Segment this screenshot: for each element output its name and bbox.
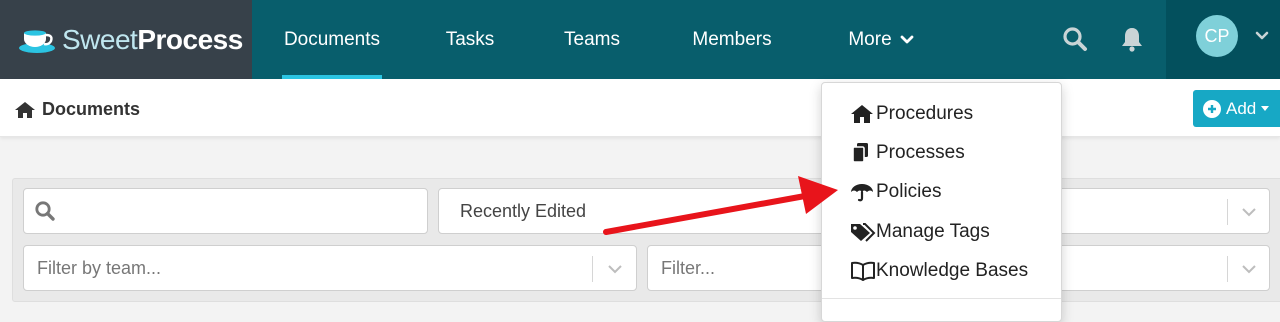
brand-logo[interactable]: SweetProcess <box>0 0 252 79</box>
umbrella-icon <box>850 181 876 203</box>
menu-item-processes[interactable]: Processes <box>850 139 965 167</box>
chevron-down-icon <box>900 35 914 43</box>
add-button-label: Add <box>1226 98 1257 118</box>
menu-item-manage-tags[interactable]: Manage Tags <box>850 218 990 246</box>
nav-documents-label: Documents <box>283 28 381 50</box>
brand-name-light: Sweet <box>62 23 138 55</box>
tags-icon <box>850 221 876 243</box>
nav-tasks[interactable]: Tasks <box>440 0 500 79</box>
caret-down-icon <box>1261 105 1270 111</box>
plus-circle-icon <box>1203 99 1221 118</box>
menu-item-knowledge-bases[interactable]: Knowledge Bases <box>850 257 1028 285</box>
select-separator <box>1227 199 1228 225</box>
menu-item-policies[interactable]: Policies <box>850 178 941 206</box>
notifications-button[interactable] <box>1117 24 1147 54</box>
bell-icon <box>1122 28 1142 52</box>
nav-more[interactable]: More <box>838 0 924 79</box>
copy-icon <box>850 142 876 164</box>
nav-documents[interactable]: Documents <box>282 0 382 79</box>
search-icon <box>35 201 55 221</box>
page-title: Documents <box>42 99 141 119</box>
add-button[interactable]: Add <box>1193 90 1280 127</box>
chevron-down-icon <box>1255 31 1269 40</box>
select-separator <box>592 256 593 282</box>
brand-name: SweetProcess <box>62 24 243 56</box>
tag-filter-placeholder: Filter... <box>661 257 716 278</box>
nav-more-label: More <box>848 28 892 50</box>
search-input[interactable] <box>23 188 428 234</box>
user-menu[interactable]: CP <box>1166 0 1280 79</box>
home-icon <box>850 103 876 125</box>
nav-members-label: Members <box>692 28 772 50</box>
teacup-logo-icon <box>19 29 55 53</box>
team-filter-select[interactable]: Filter by team... <box>23 245 637 291</box>
top-navbar: SweetProcess Documents Tasks Teams Membe… <box>0 0 1280 79</box>
menu-divider <box>822 298 1061 299</box>
avatar[interactable]: CP <box>1196 15 1238 57</box>
home-icon <box>15 101 35 118</box>
menu-item-procedures[interactable]: Procedures <box>850 100 973 128</box>
menu-item-label: Policies <box>876 181 942 202</box>
brand-name-bold: Process <box>137 23 243 55</box>
menu-item-label: Procedures <box>876 103 974 124</box>
menu-item-label: Manage Tags <box>876 221 990 242</box>
chevron-down-icon <box>1242 208 1256 217</box>
nav-tasks-label: Tasks <box>445 28 495 50</box>
select-separator <box>1227 256 1228 282</box>
book-icon <box>850 260 876 282</box>
nav-members[interactable]: Members <box>684 0 780 79</box>
breadcrumb: Documents <box>14 99 140 120</box>
nav-teams[interactable]: Teams <box>557 0 627 79</box>
nav-teams-label: Teams <box>564 28 620 50</box>
search-button[interactable] <box>1060 24 1090 54</box>
menu-item-label: Processes <box>876 142 965 163</box>
chevron-down-icon <box>1242 265 1256 274</box>
search-icon <box>1063 27 1087 51</box>
chevron-down-icon <box>608 265 622 274</box>
menu-item-label: Knowledge Bases <box>876 260 1029 281</box>
more-dropdown-menu: Procedures Processes Policies Manage Tag… <box>821 82 1062 322</box>
team-filter-placeholder: Filter by team... <box>37 257 162 278</box>
sort-select-value: Recently Edited <box>460 200 587 221</box>
page-header: Documents <box>0 79 1280 137</box>
